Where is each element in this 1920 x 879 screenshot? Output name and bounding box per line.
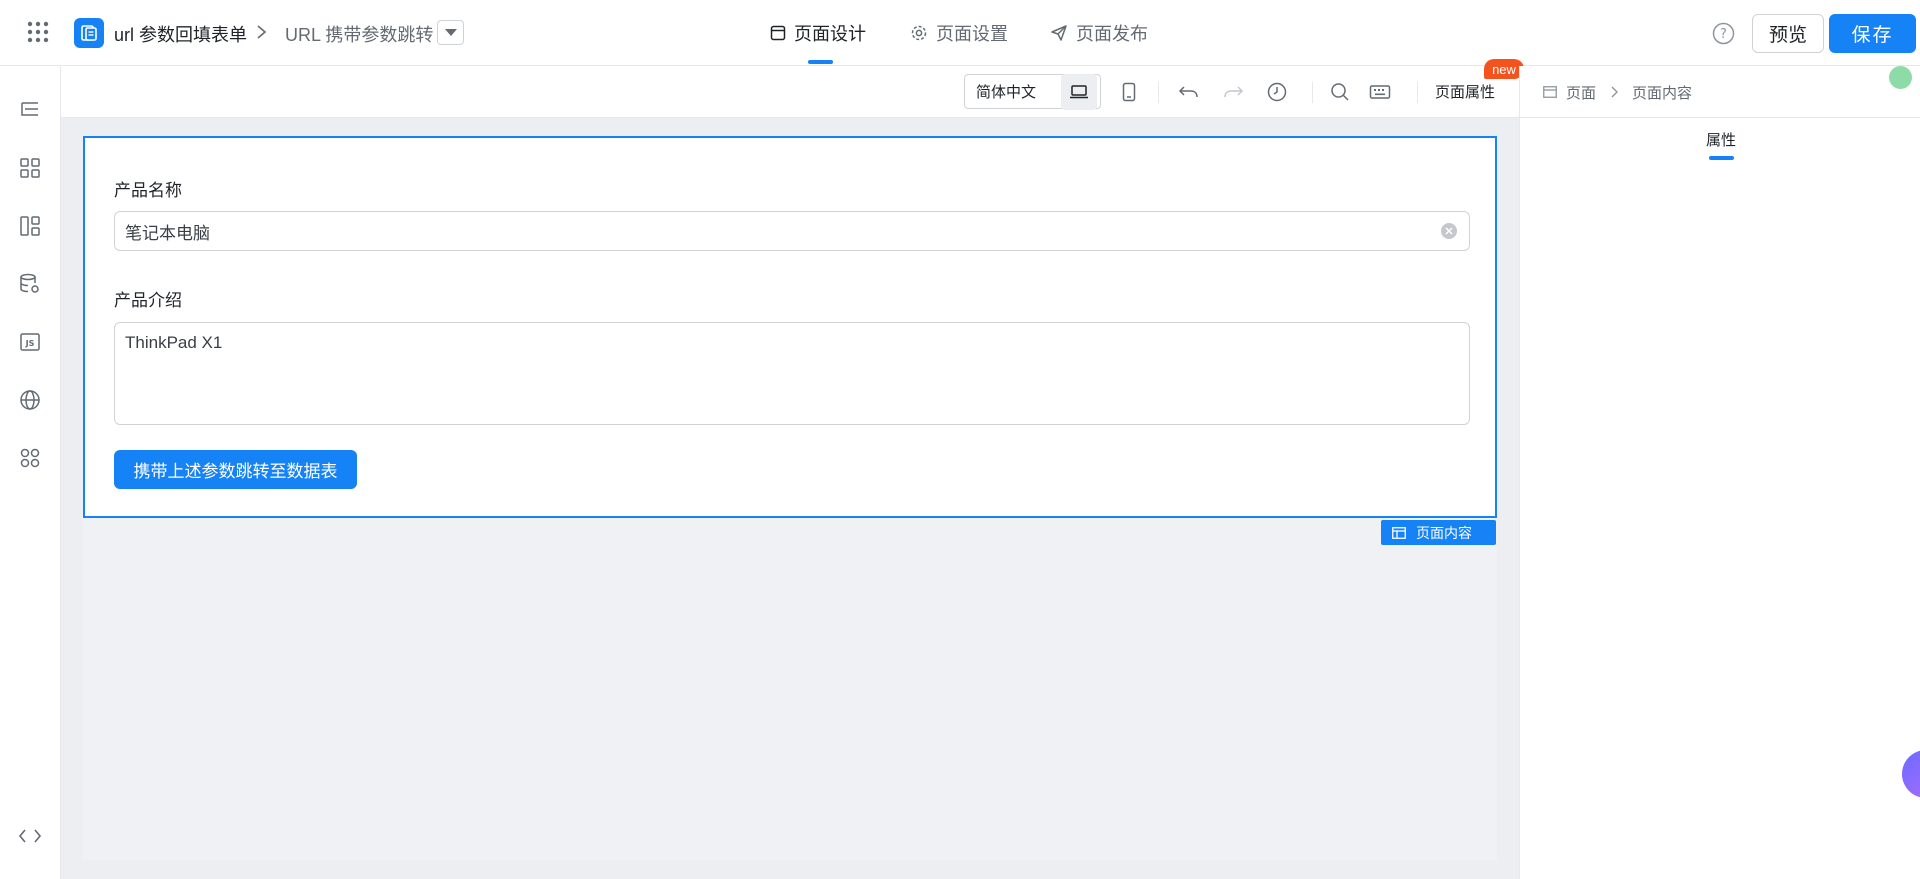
chevron-right-icon xyxy=(257,25,267,39)
layout-icon xyxy=(770,25,786,41)
clear-icon[interactable] xyxy=(1441,223,1457,239)
undo-button[interactable] xyxy=(1171,74,1207,110)
mobile-phone-icon xyxy=(1122,82,1136,102)
code-source-icon xyxy=(18,829,42,843)
shortcuts-button[interactable] xyxy=(1362,74,1398,110)
toolbar-divider xyxy=(1417,82,1418,103)
svg-text:JS: JS xyxy=(25,339,35,348)
properties-panel: 页面 页面内容 属性 xyxy=(1519,66,1920,879)
app-logo xyxy=(74,18,104,48)
form-doc-icon xyxy=(81,25,97,41)
page-name[interactable]: URL 携带参数跳转 xyxy=(285,21,433,47)
design-canvas: 产品名称 笔记本电脑 产品介绍 ThinkPad X1 携带上述参数跳转至数据表… xyxy=(61,118,1519,879)
sidebar-item-js[interactable]: JS xyxy=(16,328,44,356)
tab-properties[interactable]: 属性 xyxy=(1706,129,1736,150)
toolbar-divider xyxy=(1158,82,1159,103)
gear-icon xyxy=(911,25,927,41)
sidebar-item-data-source[interactable] xyxy=(16,270,44,298)
plugins-icon xyxy=(20,448,40,468)
laptop-icon xyxy=(1070,85,1088,99)
caret-down-icon xyxy=(444,28,457,36)
desktop-view-button[interactable] xyxy=(1061,74,1097,110)
left-sidebar: JS xyxy=(0,66,61,879)
tab-label: 页面发布 xyxy=(1076,24,1148,44)
redo-button[interactable] xyxy=(1215,74,1251,110)
sidebar-item-plugins[interactable] xyxy=(16,444,44,472)
app-grid-icon[interactable] xyxy=(27,21,49,43)
components-grid-icon xyxy=(20,158,40,178)
save-button[interactable]: 保存 xyxy=(1829,14,1916,53)
active-tab-indicator xyxy=(1709,156,1734,160)
table-icon xyxy=(1392,526,1406,539)
top-header: url 参数回填表单 URL 携带参数跳转 页面设计 页面设置 页面发布 ? 预… xyxy=(0,0,1920,66)
toolbar-divider xyxy=(1312,82,1313,103)
product-intro-value: ThinkPad X1 xyxy=(125,333,223,352)
page-switch-dropdown[interactable] xyxy=(437,20,464,45)
product-name-label: 产品名称 xyxy=(114,181,182,200)
redo-icon xyxy=(1224,86,1244,98)
product-name-input[interactable]: 笔记本电脑 xyxy=(114,211,1470,251)
app-name[interactable]: url 参数回填表单 xyxy=(114,21,247,47)
svg-text:?: ? xyxy=(1720,27,1727,42)
help-icon[interactable]: ? xyxy=(1712,22,1735,45)
tab-page-design[interactable]: 页面设计 xyxy=(770,21,866,45)
jump-with-params-button[interactable]: 携带上述参数跳转至数据表 xyxy=(114,450,357,489)
data-source-icon xyxy=(20,273,39,293)
tab-label: 页面设计 xyxy=(794,24,866,44)
tab-page-settings[interactable]: 页面设置 xyxy=(910,21,1008,45)
search-button[interactable] xyxy=(1322,74,1358,110)
chevron-right-icon xyxy=(1611,86,1619,98)
page-icon xyxy=(1543,86,1557,98)
breadcrumb-item[interactable]: 页面内容 xyxy=(1632,82,1692,103)
outline-tree-icon xyxy=(21,102,38,116)
tab-label: 页面设置 xyxy=(936,24,1008,44)
tab-page-publish[interactable]: 页面发布 xyxy=(1050,21,1148,45)
sidebar-item-components[interactable] xyxy=(16,154,44,182)
language-value: 简体中文 xyxy=(976,84,1037,101)
js-action-icon: JS xyxy=(20,333,40,351)
page-content-container[interactable]: 产品名称 笔记本电脑 产品介绍 ThinkPad X1 携带上述参数跳转至数据表 xyxy=(83,136,1497,518)
online-status-dot xyxy=(1889,66,1912,89)
new-badge: new xyxy=(1484,59,1524,79)
content-tag-label: 页面内容 xyxy=(1416,524,1472,541)
design-toolbar: 简体中文 页面属性 new xyxy=(61,59,1524,118)
breadcrumb-item[interactable]: 页面 xyxy=(1566,82,1596,103)
sidebar-item-i18n[interactable] xyxy=(16,386,44,414)
product-intro-textarea[interactable]: ThinkPad X1 xyxy=(114,322,1470,425)
preview-button[interactable]: 预览 xyxy=(1752,14,1824,53)
sidebar-item-outline[interactable] xyxy=(16,96,44,124)
clock-icon xyxy=(1267,82,1287,102)
history-button[interactable] xyxy=(1259,74,1295,110)
globe-icon xyxy=(20,390,40,410)
page-content-tag[interactable]: 页面内容 xyxy=(1381,520,1496,545)
search-icon xyxy=(1331,83,1349,101)
sidebar-item-layouts[interactable] xyxy=(16,212,44,240)
undo-icon xyxy=(1178,86,1198,98)
page-properties-link[interactable]: 页面属性 xyxy=(1435,81,1495,102)
layout-templates-icon xyxy=(20,216,40,236)
product-name-value: 笔记本电脑 xyxy=(125,223,210,243)
product-intro-label: 产品介绍 xyxy=(114,291,182,310)
mobile-view-button[interactable] xyxy=(1111,74,1147,110)
breadcrumb: 页面 页面内容 xyxy=(1543,81,1692,103)
panel-divider xyxy=(1520,117,1920,118)
active-tab-indicator xyxy=(808,60,833,64)
send-icon xyxy=(1051,25,1067,41)
keyboard-icon xyxy=(1369,85,1391,99)
sidebar-item-source-code[interactable] xyxy=(16,822,44,850)
